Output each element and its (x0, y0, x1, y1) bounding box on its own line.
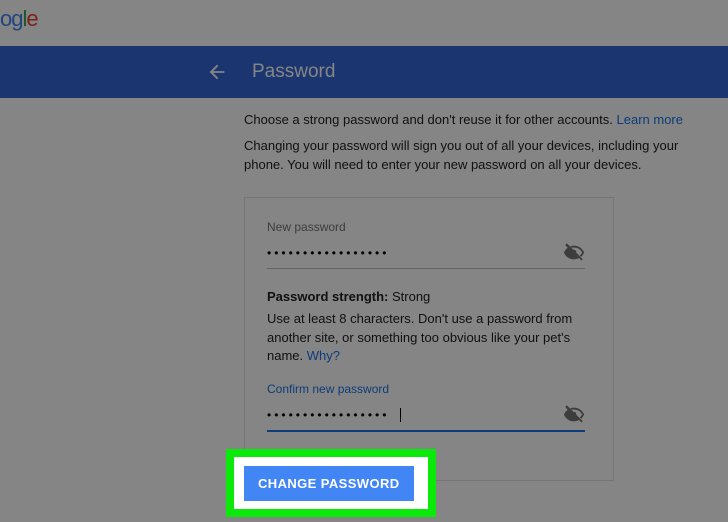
visibility-off-icon[interactable] (563, 404, 585, 426)
intro-signout-warning: Changing your password will sign you out… (244, 137, 714, 175)
password-strength: Password strength: Strong (267, 289, 585, 304)
intro-text-1: Choose a strong password and don't reuse… (244, 112, 613, 127)
visibility-off-icon[interactable] (563, 242, 585, 264)
main-content: Choose a strong password and don't reuse… (244, 112, 714, 481)
highlight-inner: CHANGE PASSWORD (234, 457, 428, 509)
password-card: New password Password strength: Strong U… (244, 197, 614, 482)
page-title: Password (252, 61, 335, 83)
confirm-password-input[interactable] (267, 408, 401, 422)
strength-value: Strong (392, 289, 430, 304)
confirm-password-label: Confirm new password (267, 382, 585, 396)
header-bar: Password (0, 46, 728, 98)
learn-more-link[interactable]: Learn more (617, 112, 683, 127)
new-password-label: New password (267, 220, 585, 234)
highlight-annotation: CHANGE PASSWORD (226, 449, 436, 517)
strength-label: Password strength: (267, 289, 388, 304)
intro-strong-password: Choose a strong password and don't reuse… (244, 112, 714, 127)
back-arrow-icon[interactable] (206, 61, 228, 83)
password-hint: Use at least 8 characters. Don't use a p… (267, 310, 585, 367)
why-link[interactable]: Why? (307, 348, 340, 363)
google-logo: ogle (0, 6, 38, 32)
confirm-password-field-row (267, 404, 585, 432)
new-password-input[interactable] (267, 246, 563, 260)
text-cursor (400, 408, 401, 422)
change-password-button[interactable]: CHANGE PASSWORD (244, 466, 414, 501)
new-password-field-row (267, 242, 585, 269)
